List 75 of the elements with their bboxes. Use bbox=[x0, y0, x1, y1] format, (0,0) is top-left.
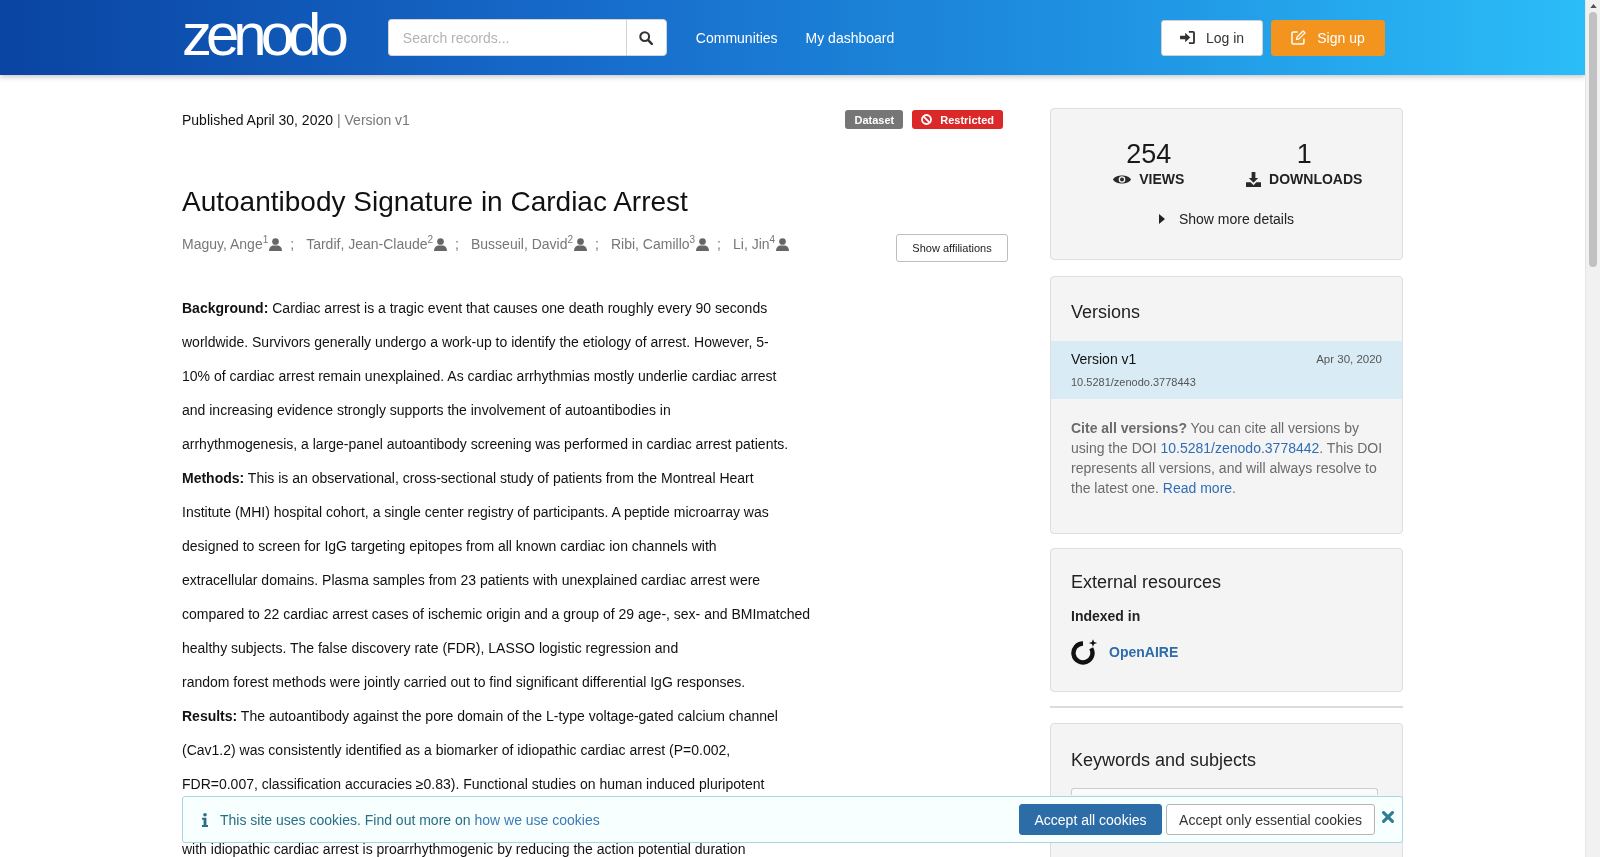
panel-title: Versions bbox=[1070, 301, 1142, 323]
abstract-text: Background: Cardiac arrest is a tragic event that causes one death roughly every 90 seconds bbox=[182, 299, 769, 318]
logo[interactable]: zenodo bbox=[182, 3, 351, 66]
abstract-text: designed to screen for IgG targeting epitopes from all known cardiac ion channels with bbox=[182, 537, 718, 556]
record-title: Autoantibody Signature in Cardiac Arrest bbox=[182, 186, 689, 218]
abstract-text: Methods: This is an observational, cross-sectional study of patients from the Montreal Heart bbox=[182, 469, 755, 488]
scrollbar-thumb[interactable] bbox=[1589, 12, 1597, 267]
abstract-text: with idiopathic cardiac arrest is proarrhythmogenic by reducing the action potential duration bbox=[182, 841, 747, 857]
accept-essential-button[interactable]: Accept only essential cookies bbox=[1166, 804, 1375, 835]
cookie-message: This site uses cookies. Find out more on how we use cookies bbox=[220, 810, 600, 830]
creator-link[interactable]: Maguy, Ange$^{1}$ bbox=[182, 234, 269, 254]
search-field[interactable]: Search records... bbox=[387, 19, 626, 56]
abstract-text: arrhythmogenesis, a large-panel autoantibody screening was performed in cardiac arrest patients. bbox=[182, 435, 790, 454]
indexed-link[interactable]: OpenAIRE bbox=[1109, 644, 1179, 660]
cite-link[interactable]: Read more bbox=[1162, 480, 1233, 496]
eye-icon bbox=[1113, 173, 1132, 185]
badge-label: Dataset bbox=[854, 113, 895, 126]
person-icon bbox=[434, 237, 448, 251]
stat-label: DOWNLOADS bbox=[1269, 171, 1363, 187]
person-icon bbox=[776, 237, 790, 251]
abstract-text: and increasing evidence strongly supports the involvement of autoantibodies in bbox=[182, 401, 672, 420]
log-in-button[interactable]: Log in bbox=[1161, 19, 1263, 56]
sign-in-icon bbox=[1179, 31, 1195, 44]
version-label: Version v1 bbox=[1071, 350, 1137, 369]
abstract-text: healthy subjects. The false discovery rate (FDR), LASSO logistic regression and bbox=[182, 639, 680, 658]
stat-label: VIEWS bbox=[1139, 171, 1185, 187]
download-icon bbox=[1246, 171, 1262, 187]
ring-logo-icon bbox=[1071, 639, 1098, 665]
abstract-text: compared to 22 cardiac arrest cases of ischemic origin and a group of 29 age-, sex- and BMImatched bbox=[182, 605, 811, 624]
edit-icon bbox=[1291, 30, 1307, 45]
creator-separator: ; bbox=[717, 235, 721, 254]
indexed-in-label: Indexed in bbox=[1070, 607, 1142, 626]
panel-title: Keywords and subjects bbox=[1070, 749, 1258, 771]
person-icon bbox=[574, 237, 588, 251]
nav-link[interactable]: My dashboard bbox=[805, 29, 895, 46]
creator-link[interactable]: Tardif, Jean-Claude$^{2}$ bbox=[306, 234, 434, 254]
search-icon bbox=[639, 30, 654, 45]
creator-link[interactable]: Busseuil, David$^{2}$ bbox=[471, 234, 574, 254]
accept-all-button[interactable]: Accept all cookies bbox=[1019, 804, 1162, 835]
nav-link[interactable]: Communities bbox=[695, 29, 778, 46]
close-icon bbox=[1382, 810, 1394, 823]
abstract-text: extracellular domains. Plasma samples from 23 patients with unexplained cardiac arrest were bbox=[182, 571, 762, 590]
person-icon bbox=[269, 237, 283, 251]
creator-separator: ; bbox=[455, 235, 459, 254]
abstract-text: worldwide. Survivors generally undergo a work-up to identify the etiology of arrest. However, 5- bbox=[182, 333, 770, 352]
abstract-text: random forest methods were jointly carried out to find significant differential IgG responses. bbox=[182, 673, 747, 692]
abstract-text: Institute (MHI) hospital cohort, a single center registry of participants. A peptide microarray was bbox=[182, 503, 770, 522]
stat-value: 1 bbox=[1296, 139, 1312, 169]
info-icon bbox=[202, 812, 208, 827]
creator-separator: ; bbox=[290, 235, 295, 254]
cite-note: Cite all versions? You can cite all versions by using the DOI 10.5281/zenodo.3778442. This DOI represents all versions, and will always resolve to the latest one. Read more. bbox=[1070, 419, 1384, 498]
abstract-text: FDR=0.007, classification accuracies ≥0.83). Functional studies on human induced pluripotent bbox=[182, 775, 766, 794]
version-item[interactable]: Version v1 Apr 30, 2020 10.5281/zenodo.3778443 bbox=[1051, 341, 1402, 399]
publication-date: Published April 30, 2020 bbox=[182, 111, 333, 128]
scroll-up-icon[interactable] bbox=[1589, 4, 1597, 8]
show-details-toggle[interactable]: Show more details bbox=[1158, 209, 1295, 229]
version-date: Apr 30, 2020 bbox=[1316, 352, 1382, 367]
version-label: | Version v1 bbox=[337, 111, 410, 128]
search-button[interactable] bbox=[625, 19, 667, 56]
ban-icon bbox=[921, 114, 933, 125]
show-affiliations-button[interactable]: Show affiliations bbox=[896, 234, 1008, 262]
scrollbar[interactable] bbox=[1585, 0, 1600, 857]
stat-value: 254 bbox=[1126, 139, 1172, 169]
abstract-text: Results: The autoantibody against the pore domain of the L-type voltage-gated calcium channel bbox=[182, 707, 779, 726]
version-doi: 10.5281/zenodo.3778443 bbox=[1071, 375, 1197, 389]
abstract-text: (Cav1.2) was consistently identified as a biomarker of idiopathic cardiac arrest (P=0.002, bbox=[182, 741, 732, 760]
panel-title: External resources bbox=[1070, 571, 1223, 593]
creator-separator: ; bbox=[595, 235, 599, 254]
cookie-policy-link[interactable]: how we use cookies bbox=[474, 811, 600, 828]
badge-label: Restricted bbox=[940, 113, 994, 126]
close-button[interactable] bbox=[1382, 810, 1394, 823]
abstract-text: 10% of cardiac arrest remain unexplained. As cardiac arrhythmias mostly underlie cardiac arrest bbox=[182, 367, 778, 386]
creator-link[interactable]: Li, Jin$^{4}$ bbox=[733, 234, 776, 254]
creator-link[interactable]: Ribi, Camillo$^{3}$ bbox=[610, 234, 696, 254]
person-icon bbox=[696, 237, 710, 251]
